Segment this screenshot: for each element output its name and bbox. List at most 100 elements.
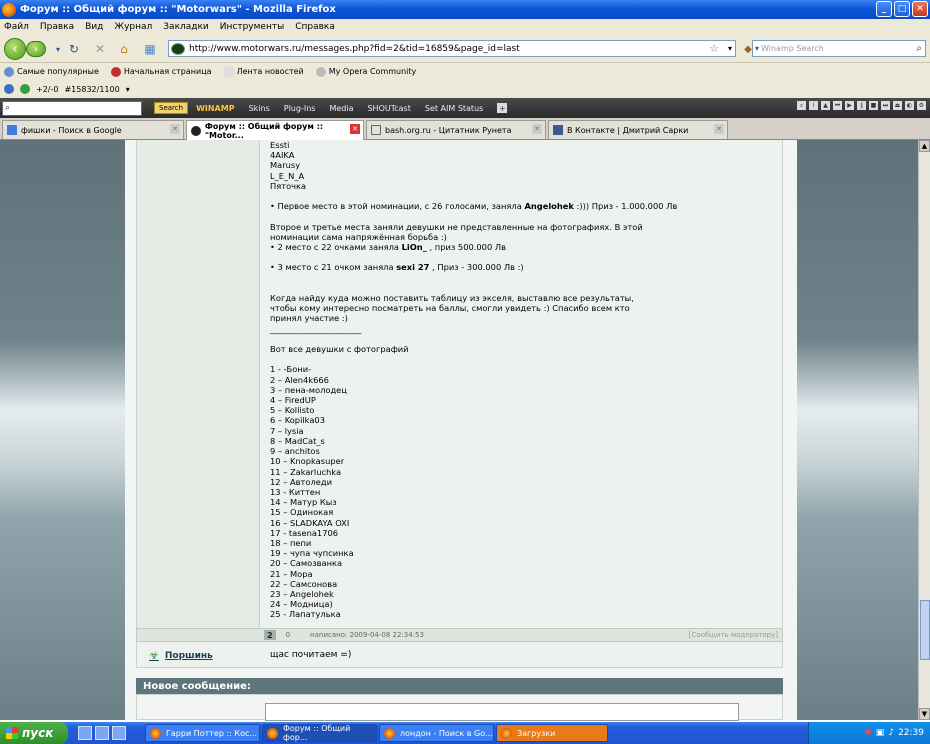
tab-label: фишки - Поиск в Google xyxy=(21,125,122,135)
report-moderator-link[interactable]: [Сообщить модератору] xyxy=(689,631,778,639)
close-tab-icon[interactable]: ✕ xyxy=(532,124,542,134)
text-line: Marusy xyxy=(270,160,301,171)
list-item: 19 – чупа чупсинка xyxy=(270,548,354,559)
new-message-textarea[interactable] xyxy=(265,703,739,721)
scroll-thumb[interactable] xyxy=(920,600,930,660)
list-item: 9 – anchitos xyxy=(270,446,320,457)
add-icon[interactable]: + xyxy=(497,103,508,113)
stop-icon[interactable]: ✕ xyxy=(92,41,108,57)
volume-icon[interactable]: ◐ xyxy=(905,101,914,110)
text-part: • Первое место в этой номинации, с 26 го… xyxy=(270,201,525,212)
network-icon[interactable]: ▣ xyxy=(876,728,885,738)
scroll-down-icon[interactable]: ▼ xyxy=(919,708,930,720)
maximize-button[interactable]: □ xyxy=(894,1,910,17)
url-dropdown-icon[interactable]: ▾ xyxy=(728,44,732,53)
history-dropdown-icon[interactable]: ▾ xyxy=(50,41,66,57)
winamp-search-input[interactable]: ⌕ xyxy=(2,100,142,116)
winamp-menu-shoutcast[interactable]: SHOUTcast xyxy=(367,104,410,113)
close-tab-icon[interactable]: ✕ xyxy=(350,124,360,134)
post-author-column xyxy=(137,140,260,628)
opera-icon xyxy=(315,66,326,77)
play-icon[interactable]: ▶ xyxy=(845,101,854,110)
menu-file[interactable]: Файл xyxy=(4,22,29,32)
previous-icon[interactable]: ⏮ xyxy=(833,101,842,110)
forward-button[interactable]: › xyxy=(26,41,46,57)
post-date: написано: 2009-04-08 22:34:53 xyxy=(310,631,424,639)
arrow-left-icon: ‹ xyxy=(12,41,18,57)
minimize-button[interactable]: _ xyxy=(876,1,892,17)
desktop-icon[interactable] xyxy=(78,726,92,740)
reply-text: щас почитаем =) xyxy=(270,650,352,660)
tab-label: Форум :: Общий форум :: "Motor... xyxy=(204,121,324,140)
menu-edit[interactable]: Правка xyxy=(40,22,74,32)
list-item: 10 – Knopkasuper xyxy=(270,456,345,467)
winamp-logo: WINAMP xyxy=(196,103,235,113)
start-button[interactable]: пуск xyxy=(0,722,68,744)
menu-view[interactable]: Вид xyxy=(85,22,103,32)
search-icon[interactable]: ⌕ xyxy=(797,101,806,110)
download-icon[interactable]: ▦ xyxy=(142,41,158,57)
pause-icon[interactable]: ∥ xyxy=(857,101,866,110)
winner-name: sexi 27 xyxy=(396,262,430,273)
menu-history[interactable]: Журнал xyxy=(114,22,152,32)
menu-tools[interactable]: Инструменты xyxy=(220,22,284,32)
back-button[interactable]: ‹ xyxy=(4,38,26,60)
home-icon[interactable]: ⌂ xyxy=(116,41,132,57)
winamp-menu-skins[interactable]: Skins xyxy=(249,104,270,113)
reload-icon[interactable]: ↻ xyxy=(66,41,82,57)
bookmark-start-page[interactable]: Начальная страница xyxy=(110,66,212,77)
url-bar[interactable]: http://www.motorwars.ru/messages.php?fid… xyxy=(168,40,736,57)
close-tab-icon[interactable]: ✕ xyxy=(170,124,180,134)
tab-vkontakte[interactable]: В Контакте | Дмитрий Сарки ✕ xyxy=(548,120,728,139)
bookmark-most-visited[interactable]: Самые популярные xyxy=(4,66,99,77)
star-icon[interactable]: ☆ xyxy=(709,42,719,55)
task-london-search[interactable]: лондон - Поиск в Go... xyxy=(379,724,494,742)
tab-google-search[interactable]: фишки - Поиск в Google ✕ xyxy=(2,120,184,139)
up-icon[interactable]: ▲ xyxy=(821,101,830,110)
winamp-menu-media[interactable]: Media xyxy=(329,104,353,113)
stop-icon[interactable]: ■ xyxy=(869,101,878,110)
green-status-icon[interactable] xyxy=(20,84,30,94)
chevron-down-icon[interactable]: ▾ xyxy=(126,85,130,94)
new-message-header: Новое сообщение: xyxy=(136,678,783,694)
list-item: 24 – Модница) xyxy=(270,599,333,610)
menu-help[interactable]: Справка xyxy=(295,22,335,32)
reply-author[interactable]: ☣ Поршинь xyxy=(149,649,213,662)
menu-bookmarks[interactable]: Закладки xyxy=(163,22,209,32)
winamp-menu-plugins[interactable]: Plug-Ins xyxy=(284,104,316,113)
bookmark-opera-community[interactable]: My Opera Community xyxy=(315,66,416,77)
volume-icon[interactable]: ♪ xyxy=(888,728,894,738)
vertical-scrollbar[interactable]: ▲ ▼ xyxy=(918,140,930,720)
close-tab-icon[interactable]: ✕ xyxy=(714,124,724,134)
task-downloads[interactable]: Загрузки xyxy=(496,724,608,742)
firefox-icon[interactable] xyxy=(112,726,126,740)
scroll-up-icon[interactable]: ▲ xyxy=(919,140,930,152)
author-name[interactable]: Поршинь xyxy=(165,651,213,661)
tab-bash[interactable]: bash.org.ru - Цитатник Рунета ✕ xyxy=(366,120,546,139)
gear-icon[interactable]: ⚙ xyxy=(917,101,926,110)
next-icon[interactable]: ⏭ xyxy=(881,101,890,110)
text-line: Essti xyxy=(270,140,290,150)
search-input[interactable]: ▾ Winamp Search ⌕ xyxy=(752,40,926,57)
settings-icon[interactable] xyxy=(4,84,14,94)
bookmark-news-feed[interactable]: Лента новостей xyxy=(223,66,304,77)
antivirus-icon[interactable]: ✱ xyxy=(864,728,872,738)
eject-icon[interactable]: ⏏ xyxy=(893,101,902,110)
tab-forum[interactable]: Форум :: Общий форум :: "Motor... ✕ xyxy=(186,120,364,140)
task-harry-potter[interactable]: Гарри Поттер :: Кос... xyxy=(145,724,260,742)
search-icon[interactable]: ⌕ xyxy=(916,43,922,54)
ie-icon[interactable] xyxy=(95,726,109,740)
site-favicon xyxy=(171,42,185,55)
task-forum[interactable]: Форум :: Общий фор... xyxy=(262,724,377,742)
list-item: 23 – Angelohek xyxy=(270,588,334,599)
post-number[interactable]: 2 xyxy=(264,630,276,640)
winamp-toolbar: ⌕ Search WINAMP Skins Plug-Ins Media SHO… xyxy=(0,98,930,118)
text-line: 4AIKA xyxy=(270,150,295,161)
reply-post: ☣ Поршинь щас почитаем =) xyxy=(136,642,783,668)
list-item: 22 – Самсонова xyxy=(270,578,338,589)
winamp-search-button[interactable]: Search xyxy=(154,102,189,114)
winamp-menu-aim-status[interactable]: Set AIM Status xyxy=(425,104,483,113)
window-titlebar: Форум :: Общий форум :: "Motorwars" - Mo… xyxy=(0,0,930,19)
info-icon[interactable]: i xyxy=(809,101,818,110)
close-button[interactable]: ✕ xyxy=(912,1,928,17)
